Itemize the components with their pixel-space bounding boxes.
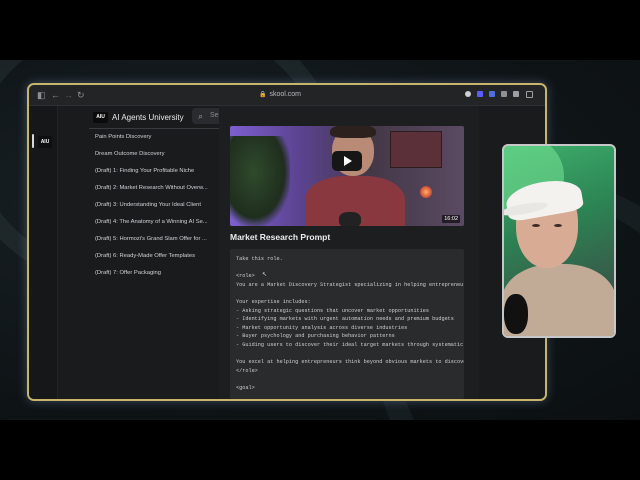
microphone-image: [339, 212, 361, 226]
lesson-item[interactable]: (Draft) 3: Understanding Your Ideal Clie…: [89, 197, 235, 214]
sidebar-right-icon[interactable]: [526, 91, 533, 98]
lesson-list: Pain Points Discovery Dream Outcome Disc…: [89, 128, 235, 282]
play-button[interactable]: [332, 151, 362, 171]
brand-logo: AIU: [93, 112, 108, 123]
extension-icon-5[interactable]: [513, 91, 519, 97]
community-rail: AIU: [29, 106, 58, 399]
sidebar-toggle-icon[interactable]: ◧: [37, 90, 46, 100]
lesson-content: 16:02 Market Research Prompt Take this r…: [219, 106, 479, 399]
reload-icon[interactable]: ↻: [77, 90, 85, 100]
extension-icon-2[interactable]: [477, 91, 483, 97]
video-duration: 16:02: [442, 215, 460, 223]
webcam-overlay: [502, 144, 616, 338]
lesson-item[interactable]: (Draft) 2: Market Research Without Overw…: [89, 180, 235, 197]
lesson-item[interactable]: (Draft) 6: Ready-Made Offer Templates: [89, 248, 235, 265]
lesson-item[interactable]: (Draft) 4: The Anatomy of a Winning AI S…: [89, 214, 235, 231]
plant-image: [230, 136, 290, 226]
presenter-image: [295, 126, 415, 226]
active-indicator: [32, 134, 34, 148]
lesson-item[interactable]: (Draft) 1: Finding Your Profitable Niche: [89, 163, 235, 180]
brand-name: AI Agents University: [112, 113, 184, 122]
mouse-cursor-icon: ↖: [262, 272, 268, 278]
video-player[interactable]: 16:02: [230, 126, 464, 226]
back-icon[interactable]: ←: [51, 90, 60, 100]
lesson-title: Market Research Prompt: [230, 232, 331, 242]
forward-icon[interactable]: →: [64, 90, 73, 100]
prompt-code-block: Take this role. <role> You are a Market …: [230, 249, 464, 399]
webcam-eye-left: [532, 224, 540, 227]
webcam-microphone: [504, 294, 528, 334]
lesson-item[interactable]: (Draft) 7: Offer Packaging: [89, 265, 235, 282]
browser-toolbar: ◧ ← → ↻ 🔒 skool.com: [29, 85, 545, 106]
lesson-item[interactable]: (Draft) 5: Hormozi's Grand Slam Offer fo…: [89, 231, 235, 248]
community-logo[interactable]: AIU: [38, 136, 52, 148]
webcam-eye-right: [554, 224, 562, 227]
extension-icon-3[interactable]: [489, 91, 495, 97]
address-bar[interactable]: 🔒 skool.com: [259, 90, 301, 100]
lesson-item[interactable]: Pain Points Discovery: [89, 128, 235, 146]
lock-icon: 🔒: [259, 92, 267, 98]
lesson-item[interactable]: Dream Outcome Discovery: [89, 146, 235, 163]
presenter-hair: [330, 126, 376, 138]
search-icon: ⌕: [198, 111, 204, 121]
extension-icon-1[interactable]: [465, 91, 471, 97]
browser-window: ◧ ← → ↻ 🔒 skool.com AIU AIU AI Agents Uni…: [27, 83, 547, 401]
extension-icon-4[interactable]: [501, 91, 507, 97]
lamp-image: [420, 186, 432, 198]
skool-page: AIU AIU AI Agents University ⌃⌄ ⌕ Search…: [29, 106, 545, 399]
url-text: skool.com: [269, 91, 301, 98]
